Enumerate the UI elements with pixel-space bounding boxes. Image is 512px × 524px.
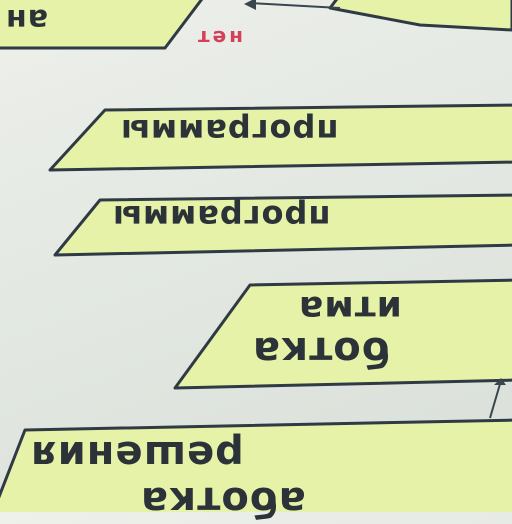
connector-top — [249, 2, 341, 9]
label-solution-line-1: аботка — [140, 478, 306, 524]
label-solution-line-2: решения — [30, 432, 244, 478]
label-top-left: ан — [5, 2, 48, 37]
label-processing-line-1: ботка — [252, 328, 390, 374]
edge-label-no: нет — [195, 26, 243, 50]
label-program-2: программы — [112, 198, 331, 236]
arrow-head-top-icon — [244, 0, 256, 10]
top-right-block — [328, 0, 512, 32]
label-processing-line-2: итма — [298, 288, 402, 329]
connector-bottom — [489, 383, 501, 419]
label-program-1: программы — [120, 112, 339, 150]
